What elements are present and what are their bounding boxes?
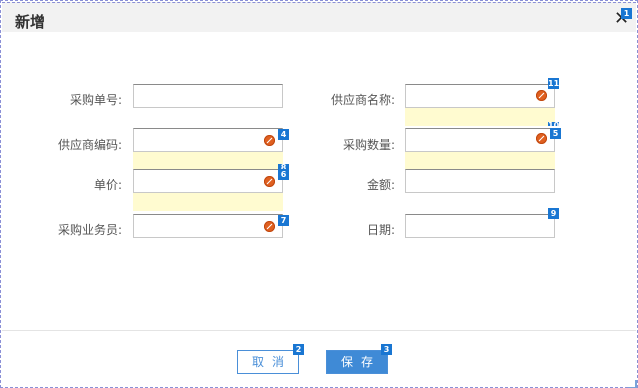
clear-icon[interactable] — [264, 221, 275, 232]
purchase-no-label: 采购单号: — [69, 93, 122, 107]
clear-icon[interactable] — [536, 133, 547, 144]
close-badge: 1 — [621, 8, 632, 19]
purchase-no-input[interactable] — [133, 84, 283, 108]
salesman-badge: 7 — [278, 215, 289, 226]
cancel-button[interactable]: 取消 — [237, 350, 299, 374]
cancel-badge: 2 — [293, 344, 304, 355]
amount-label: 金额: — [366, 178, 395, 192]
quantity-label: 采购数量: — [342, 138, 395, 152]
unit-price-input[interactable] — [133, 169, 283, 193]
dialog-titlebar: 新增 ✕ — [2, 2, 636, 32]
clear-icon[interactable] — [264, 176, 275, 187]
supplier-code-highlight — [133, 152, 283, 170]
quantity-highlight — [405, 152, 555, 170]
quantity-badge: 5 — [550, 128, 561, 139]
date-label: 日期: — [366, 223, 395, 237]
salesman-label: 采购业务员: — [57, 223, 122, 237]
supplier-code-badge: 4 — [278, 129, 289, 140]
save-badge: 3 — [381, 344, 392, 355]
salesman-input[interactable] — [133, 214, 283, 238]
unit-price-label: 单价: — [93, 178, 122, 192]
supplier-name-highlight — [405, 108, 555, 126]
supplier-name-input[interactable] — [405, 84, 555, 108]
supplier-name-label: 供应商名称: — [330, 93, 395, 107]
supplier-code-label: 供应商编码: — [57, 138, 122, 152]
supplier-name-badge: 11 — [548, 78, 560, 89]
unit-price-highlight — [133, 193, 283, 211]
quantity-input[interactable] — [405, 128, 555, 152]
footer-divider — [2, 330, 636, 331]
amount-input[interactable] — [405, 169, 555, 193]
date-input[interactable] — [405, 214, 555, 238]
clear-icon[interactable] — [536, 90, 547, 101]
supplier-name-badge-under: 10 — [548, 122, 559, 126]
dialog: 新增 ✕ 1 采购单号: 供应商名称: 11 10 供应商编码: 4 8 采购数… — [0, 0, 638, 388]
dialog-title: 新增 — [15, 13, 46, 31]
save-button[interactable]: 保存 — [326, 350, 388, 374]
resize-handle[interactable] — [628, 380, 637, 388]
supplier-code-input[interactable] — [133, 128, 283, 152]
date-badge: 9 — [548, 208, 559, 219]
clear-icon[interactable] — [264, 135, 275, 146]
unit-price-badge: 6 — [278, 169, 289, 180]
